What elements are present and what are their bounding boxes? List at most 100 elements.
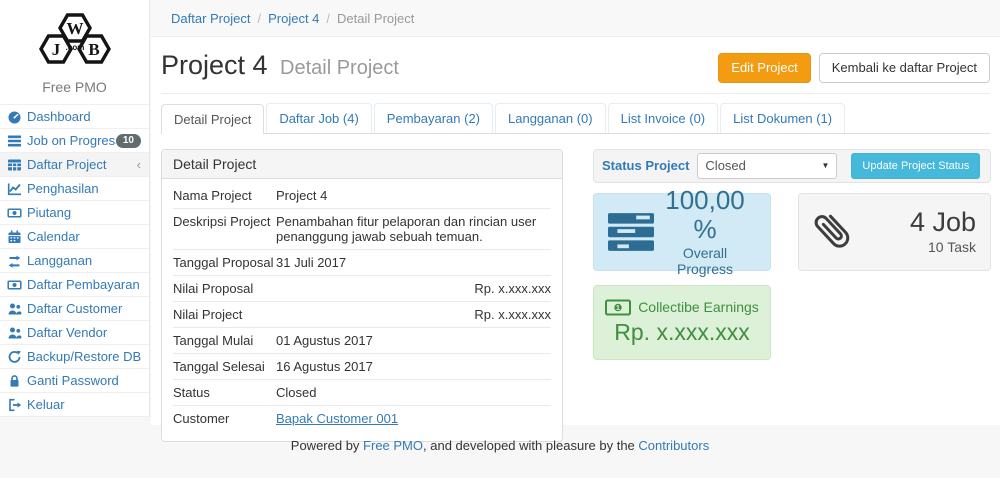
sidebar-menu: Dashboard Job on Progress 10 Daftar Proj…	[0, 104, 149, 417]
svg-text:1: 1	[616, 303, 620, 312]
job-count: 4 Job	[855, 208, 976, 238]
customer-link[interactable]: Bapak Customer 001	[276, 411, 398, 426]
money-icon: 1	[605, 299, 631, 316]
row-value: 31 Juli 2017	[276, 255, 551, 270]
tab-detail-project[interactable]: Detail Project	[161, 104, 264, 134]
tab-bar: Detail Project Daftar Job (4) Pembayaran…	[161, 103, 990, 134]
sidebar-item-daftar-vendor[interactable]: Daftar Vendor	[0, 321, 149, 345]
refresh-icon	[7, 350, 22, 364]
progress-label: Overall Progress	[654, 245, 756, 277]
sign-out-icon	[7, 398, 22, 412]
money-icon	[7, 206, 22, 220]
paperclip-icon	[813, 206, 855, 258]
line-chart-icon	[7, 182, 22, 196]
breadcrumb-project-4[interactable]: Project 4	[268, 11, 319, 26]
update-project-status-button[interactable]: Update Project Status	[851, 153, 980, 179]
table-row: Status Closed	[173, 380, 551, 406]
sidebar-item-calendar[interactable]: Calendar	[0, 225, 149, 249]
row-label: Status	[173, 385, 276, 400]
back-to-list-button[interactable]: Kembali ke daftar Project	[819, 53, 990, 83]
sidebar-item-label: Langganan	[27, 253, 141, 268]
footer-text: Powered by	[291, 438, 363, 453]
footer-text: , and developed with pleasure by the	[423, 438, 638, 453]
row-value: Penambahan fitur pelaporan dan rincian u…	[276, 214, 551, 244]
table-row: Tanggal Selesai 16 Agustus 2017	[173, 354, 551, 380]
table-row: Nilai Project Rp. x.xxx.xxx	[173, 302, 551, 328]
page-title: Project 4	[161, 50, 268, 80]
earnings-label: Collectibe Earnings	[638, 299, 759, 315]
tab-list-dokumen[interactable]: List Dokumen (1)	[720, 103, 845, 133]
money-icon	[7, 278, 22, 292]
overall-progress-card: 100,00 % Overall Progress	[593, 193, 771, 271]
sidebar-item-piutang[interactable]: Piutang	[0, 201, 149, 225]
sidebar-item-label: Daftar Pembayaran	[27, 277, 141, 292]
sidebar-item-penghasilan[interactable]: Penghasilan	[0, 177, 149, 201]
tasks-icon	[608, 213, 654, 251]
sidebar-item-label: Daftar Customer	[27, 301, 141, 316]
calendar-icon	[7, 230, 22, 244]
edit-project-button[interactable]: Edit Project	[718, 53, 810, 83]
sidebar-item-label: Penghasilan	[27, 181, 141, 196]
row-value: 16 Agustus 2017	[276, 359, 551, 374]
table-row: Deskripsi Project Penambahan fitur pelap…	[173, 209, 551, 250]
sidebar-item-backup-restore[interactable]: Backup/Restore DB	[0, 345, 149, 369]
panel-title: Detail Project	[162, 150, 562, 179]
tab-pembayaran[interactable]: Pembayaran (2)	[374, 103, 493, 133]
row-label: Nama Project	[173, 188, 276, 203]
free-pmo-link[interactable]: Free PMO	[363, 438, 423, 453]
breadcrumb-current: Detail Project	[337, 11, 414, 26]
sidebar-item-label: Piutang	[27, 205, 141, 220]
row-label: Customer	[173, 411, 276, 426]
status-project-bar: Status Project Closed ▼ Update Project S…	[593, 149, 991, 183]
header-divider	[161, 93, 990, 94]
table-row: Nilai Proposal Rp. x.xxx.xxx	[173, 276, 551, 302]
table-row: Tanggal Proposal 31 Juli 2017	[173, 250, 551, 276]
sidebar-item-keluar[interactable]: Keluar	[0, 393, 149, 417]
sidebar-item-daftar-customer[interactable]: Daftar Customer	[0, 297, 149, 321]
sidebar-item-label: Dashboard	[27, 109, 141, 124]
tab-langganan[interactable]: Langganan (0)	[495, 103, 606, 133]
row-label: Deskripsi Project	[173, 214, 276, 244]
brand-name: Free PMO	[0, 79, 149, 95]
right-column: Status Project Closed ▼ Update Project S…	[593, 149, 991, 360]
task-count: 10 Task	[855, 239, 976, 255]
tab-daftar-job[interactable]: Daftar Job (4)	[266, 103, 371, 133]
table-icon	[7, 158, 22, 172]
table-row: Customer Bapak Customer 001	[173, 406, 551, 431]
sidebar-item-langganan[interactable]: Langganan	[0, 249, 149, 273]
job-summary-card: 4 Job 10 Task	[798, 193, 991, 271]
tab-list-invoice[interactable]: List Invoice (0)	[608, 103, 719, 133]
row-value: 01 Agustus 2017	[276, 333, 551, 348]
status-select[interactable]: Closed ▼	[697, 153, 837, 179]
logo-letter-j: J	[51, 40, 60, 59]
sidebar-item-label: Daftar Project	[27, 157, 137, 172]
row-value: Rp. x.xxx.xxx	[276, 307, 551, 322]
row-value: Project 4	[276, 188, 551, 203]
contributors-link[interactable]: Contributors	[638, 438, 709, 453]
sidebar-item-daftar-project[interactable]: Daftar Project ‹	[0, 153, 149, 177]
caret-down-icon: ▼	[822, 161, 830, 170]
sidebar-item-label: Backup/Restore DB	[27, 349, 141, 364]
row-label: Nilai Proposal	[173, 281, 276, 296]
breadcrumb-separator: /	[326, 11, 330, 26]
sidebar-item-dashboard[interactable]: Dashboard	[0, 105, 149, 129]
progress-value: 100,00 %	[654, 186, 756, 243]
earnings-value: Rp. x.xxx.xxx	[604, 319, 760, 346]
sidebar-item-label: Daftar Vendor	[27, 325, 141, 340]
sidebar-item-label: Ganti Password	[27, 373, 141, 388]
main-content: Daftar Project / Project 4 / Detail Proj…	[151, 0, 1000, 425]
row-value: Rp. x.xxx.xxx	[276, 281, 551, 296]
sidebar: J W B .com Free PMO Dashboard Job on Pro…	[0, 0, 150, 417]
app-window: J W B .com Free PMO Dashboard Job on Pro…	[0, 0, 1000, 478]
status-project-label: Status Project	[602, 158, 689, 173]
sidebar-item-ganti-password[interactable]: Ganti Password	[0, 369, 149, 393]
sidebar-item-job-on-progress[interactable]: Job on Progress 10	[0, 129, 149, 153]
brand-logo: J W B .com	[0, 0, 149, 77]
breadcrumb-daftar-project[interactable]: Daftar Project	[171, 11, 250, 26]
sidebar-item-daftar-pembayaran[interactable]: Daftar Pembayaran	[0, 273, 149, 297]
detail-project-panel: Detail Project Nama Project Project 4 De…	[161, 149, 563, 442]
row-label: Tanggal Proposal	[173, 255, 276, 270]
page-header: Project 4 Detail Project Edit Project Ke…	[161, 50, 990, 83]
breadcrumb-separator: /	[257, 11, 261, 26]
page-subtitle: Detail Project	[280, 57, 399, 79]
